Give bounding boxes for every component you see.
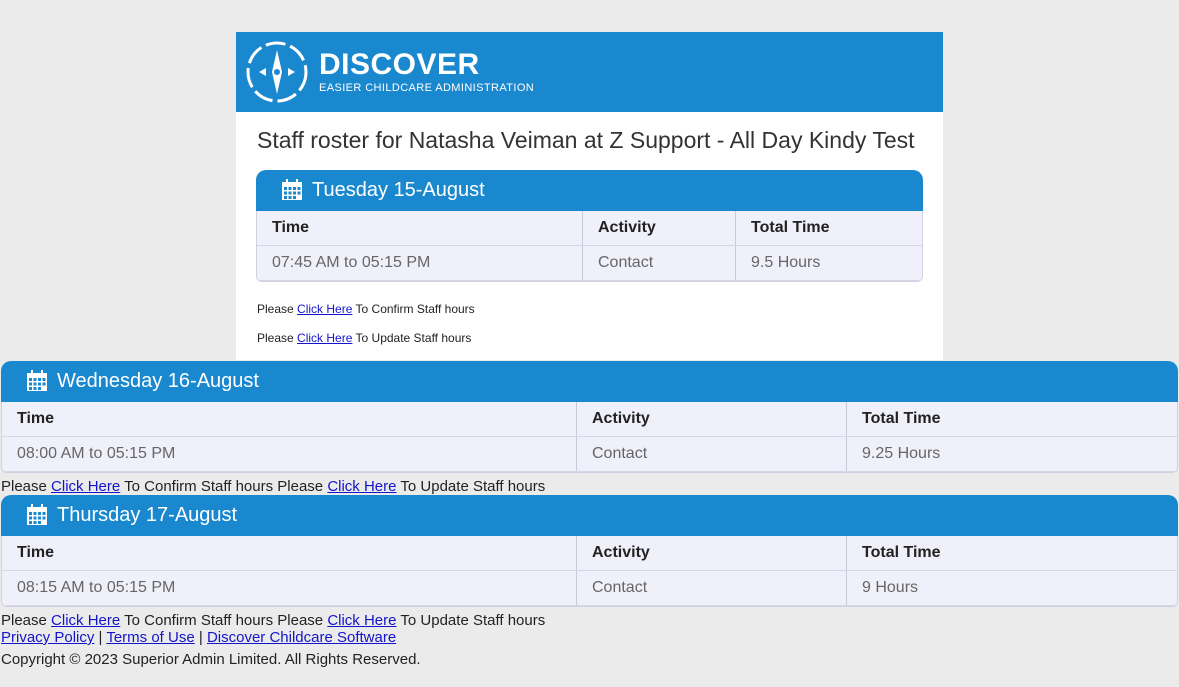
table-header-row: Time Activity Total Time (2, 536, 1177, 571)
cell-activity: Contact (576, 570, 847, 606)
table-row: 08:00 AM to 05:15 PM Contact 9.25 Hours (2, 436, 1177, 472)
day-header: Thursday 17-August (1, 495, 1178, 536)
day-title: Thursday 17-August (57, 504, 238, 526)
day-block-thursday: Thursday 17-August Time Activity Total T… (1, 495, 1178, 607)
note-line-thursday: Please Click Here To Confirm Staff hours… (1, 612, 546, 629)
day-block-wednesday: Wednesday 16-August Time Activity Total … (1, 361, 1178, 473)
confirm-note: Please Click Here To Confirm Staff hours (257, 302, 475, 316)
header-activity: Activity (576, 536, 847, 571)
header-total-time: Total Time (735, 211, 922, 246)
brand-header: DISCOVER EASIER CHILDCARE ADMINISTRATION (236, 32, 943, 112)
discover-software-link[interactable]: Discover Childcare Software (207, 629, 396, 646)
terms-of-use-link[interactable]: Terms of Use (106, 629, 194, 646)
cell-time: 08:15 AM to 05:15 PM (2, 570, 577, 606)
calendar-icon (27, 504, 47, 525)
table-row: 08:15 AM to 05:15 PM Contact 9 Hours (2, 570, 1177, 606)
brand-tagline: EASIER CHILDCARE ADMINISTRATION (319, 82, 535, 94)
header-time: Time (2, 536, 577, 571)
table-header-row: Time Activity Total Time (2, 402, 1177, 437)
cell-activity: Contact (576, 436, 847, 472)
roster-title: Staff roster for Natasha Veiman at Z Sup… (257, 127, 915, 153)
day-title: Tuesday 15-August (312, 179, 485, 201)
confirm-link[interactable]: Click Here (51, 612, 120, 629)
cell-activity: Contact (582, 245, 736, 281)
update-link[interactable]: Click Here (327, 478, 396, 495)
calendar-icon (27, 370, 47, 391)
header-total-time: Total Time (846, 536, 1177, 571)
confirm-link[interactable]: Click Here (297, 302, 352, 316)
cell-time: 07:45 AM to 05:15 PM (257, 245, 583, 281)
header-activity: Activity (582, 211, 736, 246)
calendar-icon (282, 179, 302, 200)
roster-table: Time Activity Total Time 07:45 AM to 05:… (256, 211, 923, 282)
confirm-link[interactable]: Click Here (51, 478, 120, 495)
email-card: DISCOVER EASIER CHILDCARE ADMINISTRATION… (236, 32, 943, 360)
cell-total-time: 9 Hours (846, 570, 1177, 606)
compass-logo-icon (246, 41, 308, 103)
roster-table: Time Activity Total Time 08:15 AM to 05:… (1, 536, 1178, 607)
day-block-tuesday: Tuesday 15-August Time Activity Total Ti… (256, 170, 923, 282)
update-link[interactable]: Click Here (327, 612, 396, 629)
header-time: Time (257, 211, 583, 246)
cell-time: 08:00 AM to 05:15 PM (2, 436, 577, 472)
update-note: Please Click Here To Update Staff hours (257, 331, 472, 345)
header-time: Time (2, 402, 577, 437)
table-row: 07:45 AM to 05:15 PM Contact 9.5 Hours (257, 245, 922, 281)
note-line-wednesday: Please Click Here To Confirm Staff hours… (1, 478, 546, 495)
copyright: Copyright © 2023 Superior Admin Limited.… (1, 651, 421, 668)
day-header: Tuesday 15-August (256, 170, 923, 211)
cell-total-time: 9.5 Hours (735, 245, 922, 281)
table-header-row: Time Activity Total Time (257, 211, 922, 246)
day-header: Wednesday 16-August (1, 361, 1178, 402)
cell-total-time: 9.25 Hours (846, 436, 1177, 472)
day-title: Wednesday 16-August (57, 370, 259, 392)
privacy-policy-link[interactable]: Privacy Policy (1, 629, 94, 646)
footer-links: Privacy Policy | Terms of Use | Discover… (1, 629, 397, 646)
roster-table: Time Activity Total Time 08:00 AM to 05:… (1, 402, 1178, 473)
header-activity: Activity (576, 402, 847, 437)
header-total-time: Total Time (846, 402, 1177, 437)
brand-name: DISCOVER (319, 48, 480, 81)
update-link[interactable]: Click Here (297, 331, 352, 345)
